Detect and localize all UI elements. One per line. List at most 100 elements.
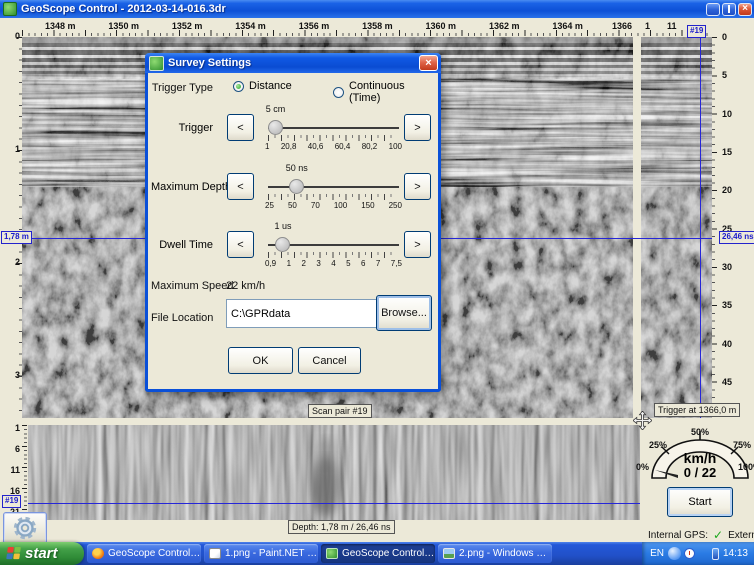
- taskbar-item[interactable]: GeoScope Control - 2...: [321, 544, 435, 563]
- slider-decrement-button[interactable]: <: [227, 173, 254, 200]
- minimize-button[interactable]: [706, 3, 720, 16]
- slider-tick-label: 0,9: [265, 259, 276, 268]
- geoscope-app-icon: [3, 2, 17, 16]
- dialog-titlebar[interactable]: Survey Settings ×: [145, 53, 441, 73]
- depth-marker-label[interactable]: 1,78 m: [1, 231, 32, 244]
- app-client-area: 1348 m1350 m1352 m1354 m1356 m1358 m1360…: [0, 18, 754, 542]
- scanpair-ruler-ticks: [22, 425, 27, 520]
- gps-check-icon: ✓: [713, 528, 723, 542]
- file-location-input[interactable]: [226, 299, 380, 328]
- slider-row: Maximum Depth < 50 ns 255070100150250 >: [151, 163, 435, 211]
- slider-track[interactable]: [268, 127, 399, 129]
- trigger-type-option[interactable]: Distance: [233, 80, 292, 92]
- radio-icon[interactable]: [233, 81, 244, 92]
- dialog-close-button[interactable]: ×: [419, 55, 438, 71]
- browse-button[interactable]: Browse...: [376, 295, 432, 331]
- ruler-label: 10: [722, 109, 732, 119]
- scanpair-cursor-line[interactable]: [28, 503, 640, 504]
- picture-icon: [443, 548, 455, 559]
- gauge-percent-label: 0%: [636, 462, 649, 472]
- settings-gear-button[interactable]: [3, 512, 47, 544]
- ruler-label: 1: [15, 423, 20, 433]
- slider-tickmarks: [268, 252, 397, 258]
- slider-tick-label: 70: [311, 201, 320, 210]
- window-title: GeoScope Control - 2012-03-14-016.3dr: [21, 3, 226, 15]
- gauge-percent-label: 75%: [733, 440, 751, 450]
- slider-decrement-button[interactable]: <: [227, 231, 254, 258]
- slider-value: 5 cm: [266, 104, 286, 114]
- bottom-radargram-image: [28, 425, 640, 520]
- slider-tick-label: 2: [301, 259, 305, 268]
- scanpair-marker-label[interactable]: #19: [2, 495, 21, 508]
- start-menu-button[interactable]: start: [0, 542, 84, 565]
- slider-tick-label: 150: [361, 201, 374, 210]
- close-button[interactable]: ×: [738, 3, 752, 16]
- slider-tick-labels: 120,840,660,480,2100: [265, 142, 402, 151]
- slider-tickmarks: [268, 135, 397, 141]
- ruler-label: 35: [722, 300, 732, 310]
- slider-tick-label: 60,4: [335, 142, 351, 151]
- scan-marker-top[interactable]: #19: [687, 25, 706, 38]
- slider-thumb[interactable]: [275, 237, 290, 252]
- radio-label: Continuous (Time): [349, 80, 438, 104]
- trigger-cursor-line[interactable]: [700, 37, 701, 418]
- slider[interactable]: 50 ns 255070100150250: [261, 163, 401, 211]
- slider-decrement-button[interactable]: <: [227, 114, 254, 141]
- slider-thumb[interactable]: [268, 120, 283, 135]
- cancel-button[interactable]: Cancel: [298, 347, 361, 374]
- start-survey-button[interactable]: Start: [667, 487, 733, 517]
- ruler-label: 20: [722, 185, 732, 195]
- move-cursor-icon: [633, 411, 652, 435]
- windows-logo-icon: [6, 547, 21, 560]
- taskbar-item-label: 1.png - Paint.NET v3....: [225, 548, 318, 559]
- ruler-label: 40: [722, 339, 732, 349]
- firefox-icon: [92, 548, 104, 559]
- ok-button[interactable]: OK: [228, 347, 293, 374]
- scan-pair-label: Scan pair #19: [308, 404, 372, 418]
- gauge-percent-label: 25%: [649, 440, 667, 450]
- slider-value: 1 us: [274, 221, 291, 231]
- trigger-type-option[interactable]: Continuous (Time): [333, 80, 438, 104]
- time-ruler: 051015202530354045: [722, 32, 750, 387]
- slider-label: Dwell Time: [151, 239, 213, 251]
- taskbar-item-label: GeoScope Control - M...: [108, 548, 201, 559]
- top-ruler-ticks: [22, 30, 712, 36]
- dialog-title: Survey Settings: [168, 57, 251, 69]
- gauge-percent-label: 50%: [691, 427, 709, 437]
- slider-increment-button[interactable]: >: [404, 231, 431, 258]
- taskbar-item[interactable]: 2.png - Windows Pict...: [438, 544, 552, 563]
- time-marker-label[interactable]: 26,46 ns: [719, 231, 754, 244]
- radio-icon[interactable]: [333, 87, 344, 98]
- slider-track[interactable]: [268, 186, 399, 188]
- slider-tick-label: 1: [265, 142, 269, 151]
- restore-button[interactable]: [722, 3, 736, 16]
- slider[interactable]: 1 us 0,912345677,5: [261, 221, 401, 269]
- language-indicator[interactable]: EN: [650, 548, 664, 559]
- restore-icon: [728, 5, 730, 13]
- external-gps-label: External GPS:: [728, 530, 754, 541]
- slider-row: Trigger < 5 cm 120,840,660,480,2100 >: [151, 104, 435, 152]
- taskbar-item[interactable]: 1.png - Paint.NET v3....: [204, 544, 318, 563]
- tray-alert-icon[interactable]: [698, 548, 709, 559]
- slider-tick-label: 4: [331, 259, 335, 268]
- ruler-label: 0: [722, 32, 727, 42]
- maximum-speed-value: 22 km/h: [226, 280, 265, 292]
- taskbar-item-label: 2.png - Windows Pict...: [459, 548, 552, 559]
- ruler-label: 5: [722, 70, 727, 80]
- tray-clock-icon[interactable]: [684, 548, 695, 559]
- tray-battery-icon[interactable]: [712, 548, 719, 560]
- taskbar-clock[interactable]: 14:13: [723, 548, 748, 559]
- slider-thumb[interactable]: [289, 179, 304, 194]
- tray-collapse-icon[interactable]: [668, 547, 681, 560]
- slider-increment-button[interactable]: >: [404, 114, 431, 141]
- slider-increment-button[interactable]: >: [404, 173, 431, 200]
- window-titlebar[interactable]: GeoScope Control - 2012-03-14-016.3dr ×: [0, 0, 754, 18]
- slider-row: Dwell Time < 1 us 0,912345677,5 >: [151, 221, 435, 269]
- dialog-icon: [149, 56, 164, 71]
- slider[interactable]: 5 cm 120,840,660,480,2100: [261, 104, 401, 152]
- internal-gps-label: Internal GPS:: [648, 530, 708, 541]
- bottom-radargram[interactable]: [28, 425, 640, 520]
- taskbar-item[interactable]: GeoScope Control - M...: [87, 544, 201, 563]
- taskbar-items: GeoScope Control - M... 1.png - Paint.NE…: [84, 542, 642, 565]
- system-tray: EN 14:13: [642, 542, 754, 565]
